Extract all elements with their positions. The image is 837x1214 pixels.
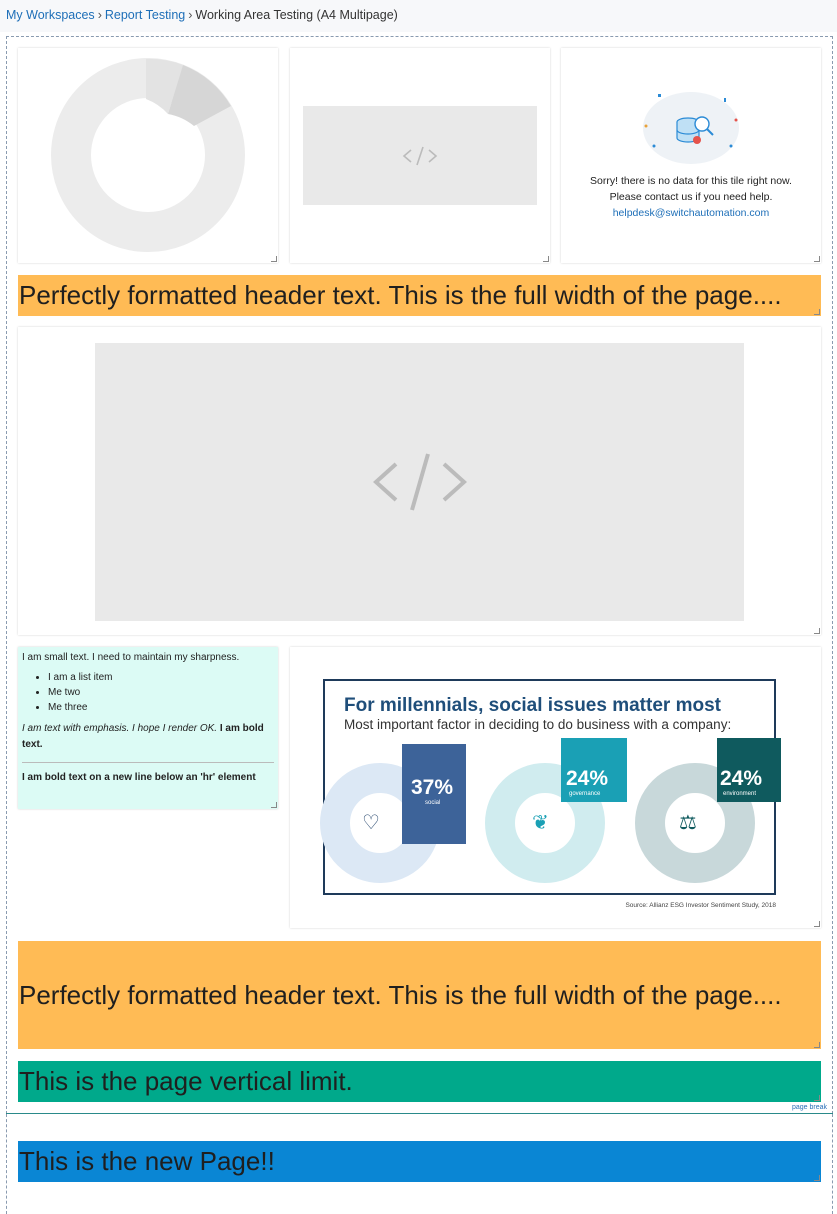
- rich-text-tile[interactable]: I am small text. I need to maintain my s…: [18, 647, 278, 809]
- list-item: I am a list item: [48, 672, 274, 683]
- resize-handle[interactable]: [814, 1175, 820, 1181]
- bullet-list: I am a list item Me two Me three: [22, 672, 274, 713]
- infographic-image-tile[interactable]: For millennials, social issues matter mo…: [290, 647, 821, 928]
- header-text-1: Perfectly formatted header text. This is…: [19, 280, 782, 310]
- governance-value: 24%: [566, 767, 608, 790]
- resize-handle[interactable]: [814, 1042, 820, 1048]
- list-item: Me three: [48, 702, 274, 713]
- page-break-label: page break: [791, 1104, 827, 1111]
- emphasis-text: I am text with emphasis. I hope I render…: [22, 723, 218, 734]
- environment-value: 24%: [720, 767, 762, 790]
- breadcrumb: My Workspaces › Report Testing › Working Are…: [0, 0, 837, 32]
- code-icon: [372, 453, 467, 511]
- resize-handle[interactable]: [814, 921, 820, 927]
- page-break-line: [6, 1113, 833, 1114]
- embed-placeholder: [303, 106, 537, 205]
- donut-chart-placeholder: [51, 58, 245, 252]
- resize-handle[interactable]: [814, 256, 820, 262]
- emphasis-paragraph: I am text with emphasis. I hope I render…: [22, 721, 274, 753]
- new-page-text: This is the new Page!!: [19, 1146, 275, 1176]
- social-label: social: [425, 800, 440, 806]
- infographic-image: For millennials, social issues matter mo…: [320, 679, 781, 909]
- leaf-icon: ❦: [532, 810, 549, 834]
- resize-handle[interactable]: [814, 309, 820, 315]
- breadcrumb-current: Working Area Testing (A4 Multipage): [195, 8, 398, 22]
- social-value: 37%: [411, 776, 453, 799]
- social-heart-icon: ♡: [362, 810, 380, 834]
- resize-handle[interactable]: [814, 1095, 820, 1101]
- bold-text-after-hr: I am bold text on a new line below an 'h…: [22, 772, 256, 783]
- header-text-2: Perfectly formatted header text. This is…: [19, 979, 782, 1010]
- large-embed-placeholder: [95, 343, 744, 621]
- vertical-limit-band[interactable]: This is the page vertical limit.: [18, 1061, 821, 1102]
- breadcrumb-separator: ›: [97, 8, 102, 22]
- no-data-contact: Please contact us if you need help.: [609, 191, 773, 203]
- scales-icon: ⚖: [679, 810, 697, 834]
- header-band-1[interactable]: Perfectly formatted header text. This is…: [18, 275, 821, 316]
- resize-handle[interactable]: [543, 256, 549, 262]
- header-band-2[interactable]: Perfectly formatted header text. This is…: [18, 941, 821, 1049]
- governance-label: governance: [569, 791, 601, 797]
- small-text: I am small text. I need to maintain my s…: [22, 652, 240, 663]
- infographic-source: Source: Allianz ESG Investor Sentiment S…: [625, 902, 776, 909]
- list-item: Me two: [48, 687, 274, 698]
- embed-tile[interactable]: [290, 48, 550, 263]
- no-data-message: Sorry! there is no data for this tile ri…: [590, 175, 792, 187]
- breadcrumb-my-workspaces[interactable]: My Workspaces: [6, 8, 95, 22]
- resize-handle[interactable]: [271, 256, 277, 262]
- resize-handle[interactable]: [271, 802, 277, 808]
- breadcrumb-separator: ›: [188, 8, 193, 22]
- infographic-title: For millennials, social issues matter mo…: [344, 695, 722, 716]
- resize-handle[interactable]: [814, 628, 820, 634]
- horizontal-rule: [22, 762, 274, 763]
- code-icon: [402, 146, 438, 165]
- breadcrumb-report-testing[interactable]: Report Testing: [105, 8, 185, 22]
- infographic-subtitle: Most important factor in deciding to do …: [344, 717, 731, 732]
- new-page-band[interactable]: This is the new Page!!: [18, 1141, 821, 1182]
- vertical-limit-text: This is the page vertical limit.: [19, 1066, 353, 1096]
- environment-label: environment: [723, 791, 756, 797]
- no-data-tile[interactable]: Sorry! there is no data for this tile ri…: [561, 48, 821, 263]
- no-data-illustration-icon: [643, 92, 739, 164]
- large-embed-tile[interactable]: [18, 327, 821, 635]
- helpdesk-email-link[interactable]: helpdesk@switchautomation.com: [561, 207, 821, 219]
- donut-chart-tile[interactable]: [18, 48, 278, 263]
